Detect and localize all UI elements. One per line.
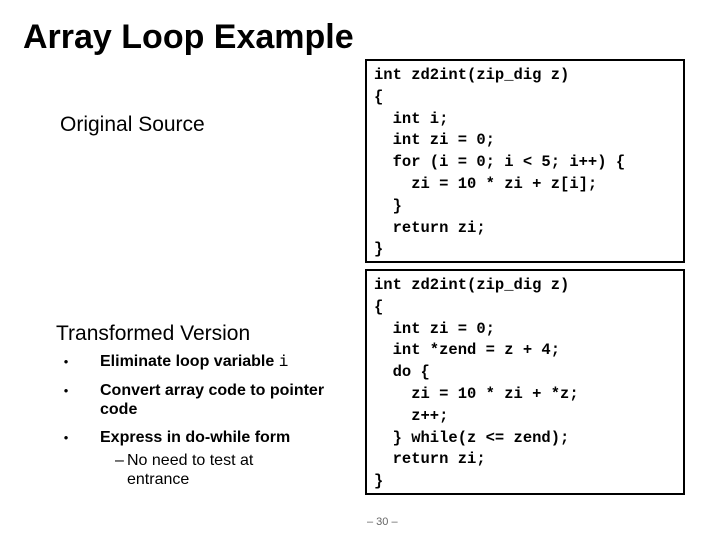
- original-code: int zd2int(zip_dig z) { int i; int zi = …: [374, 66, 626, 259]
- transformed-code: int zd2int(zip_dig z) { int zi = 0; int …: [374, 276, 579, 491]
- transform-bullet-list: • Eliminate loop variable i • Convert ar…: [57, 352, 337, 456]
- bullet-code: i: [278, 353, 289, 371]
- original-source-heading: Original Source: [60, 113, 205, 136]
- bullet-item: • Express in do-while form: [57, 428, 337, 447]
- page-number: – 30 –: [367, 516, 398, 528]
- transformed-version-heading: Transformed Version: [56, 322, 251, 345]
- bullet-icon: •: [63, 430, 69, 445]
- sub-bullet-item: – No need to test at entrance: [115, 451, 315, 489]
- sub-bullet-text: No need to test at entrance: [127, 452, 254, 488]
- dash-icon: –: [115, 452, 124, 469]
- bullet-text: Eliminate loop variable: [100, 353, 279, 370]
- bullet-item: • Eliminate loop variable i: [57, 352, 337, 372]
- original-code-box: int zd2int(zip_dig z) { int i; int zi = …: [365, 59, 685, 263]
- bullet-icon: •: [63, 354, 69, 369]
- bullet-icon: •: [63, 383, 69, 398]
- bullet-item: • Convert array code to pointer code: [57, 381, 337, 419]
- bullet-text: Express in do-while form: [100, 429, 291, 446]
- slide-title: Array Loop Example: [23, 18, 354, 56]
- bullet-text: Convert array code to pointer code: [100, 382, 325, 418]
- transformed-code-box: int zd2int(zip_dig z) { int zi = 0; int …: [365, 269, 685, 495]
